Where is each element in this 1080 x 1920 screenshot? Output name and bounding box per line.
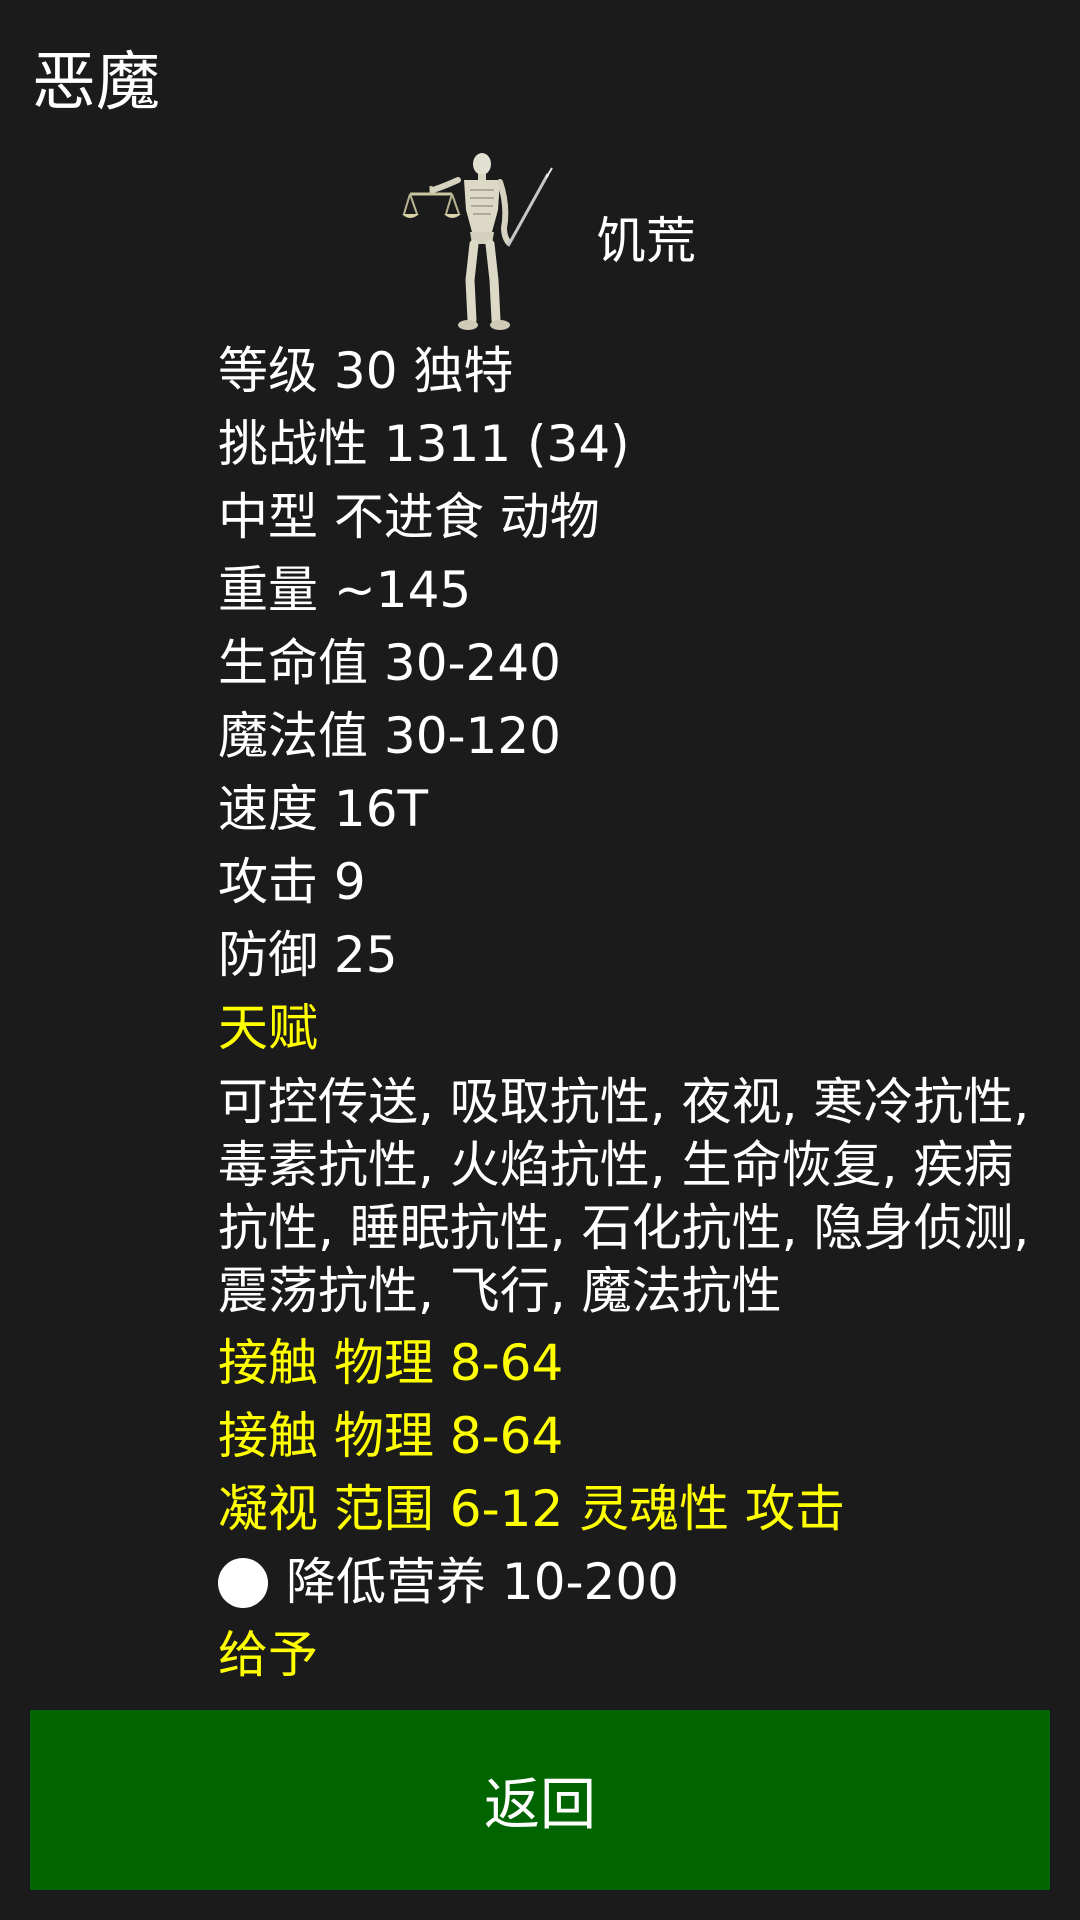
- monster-detail-screen: 恶魔 饥荒 等级 30 独特 挑战性 1311 (34) 中型 不进食 动物 重…: [0, 0, 1080, 1920]
- hp-line: 生命值 30-240: [218, 634, 561, 692]
- talents-list: 可控传送, 吸取抗性, 夜视, 寒冷抗性, 毒素抗性, 火焰抗性, 生命恢复, …: [218, 1073, 1030, 1320]
- monster-figure-icon: [402, 153, 553, 330]
- challenge-line: 挑战性 1311 (34): [218, 415, 630, 473]
- special-effect-text: 降低营养 10-200: [286, 1553, 679, 1611]
- defense-line: 防御 25: [218, 926, 398, 984]
- gives-heading: 给予: [218, 1626, 318, 1684]
- white-circle-icon: [218, 1557, 268, 1608]
- weight-line: 重量 ~145: [218, 561, 472, 619]
- level-line: 等级 30 独特: [218, 342, 514, 400]
- speed-line: 速度 16T: [218, 780, 429, 838]
- attack-entry-3: 凝视 范围 6-12 灵魂性 攻击: [218, 1480, 846, 1538]
- attack-line: 攻击 9: [218, 853, 366, 911]
- mp-line: 魔法值 30-120: [218, 707, 561, 765]
- page-title: 恶魔: [32, 46, 160, 120]
- special-effect-line: 降低营养 10-200: [218, 1546, 1058, 1619]
- back-button[interactable]: 返回: [30, 1710, 1050, 1890]
- monster-stats: 等级 30 独特 挑战性 1311 (34) 中型 不进食 动物 重量 ~145…: [218, 335, 1058, 1692]
- talents-heading: 天赋: [218, 999, 318, 1057]
- monster-name: 饥荒: [596, 212, 696, 270]
- attack-entry-1: 接触 物理 8-64: [218, 1334, 564, 1392]
- monster-header: 饥荒: [400, 150, 800, 335]
- attack-entry-2: 接触 物理 8-64: [218, 1407, 564, 1465]
- type-line: 中型 不进食 动物: [218, 488, 600, 546]
